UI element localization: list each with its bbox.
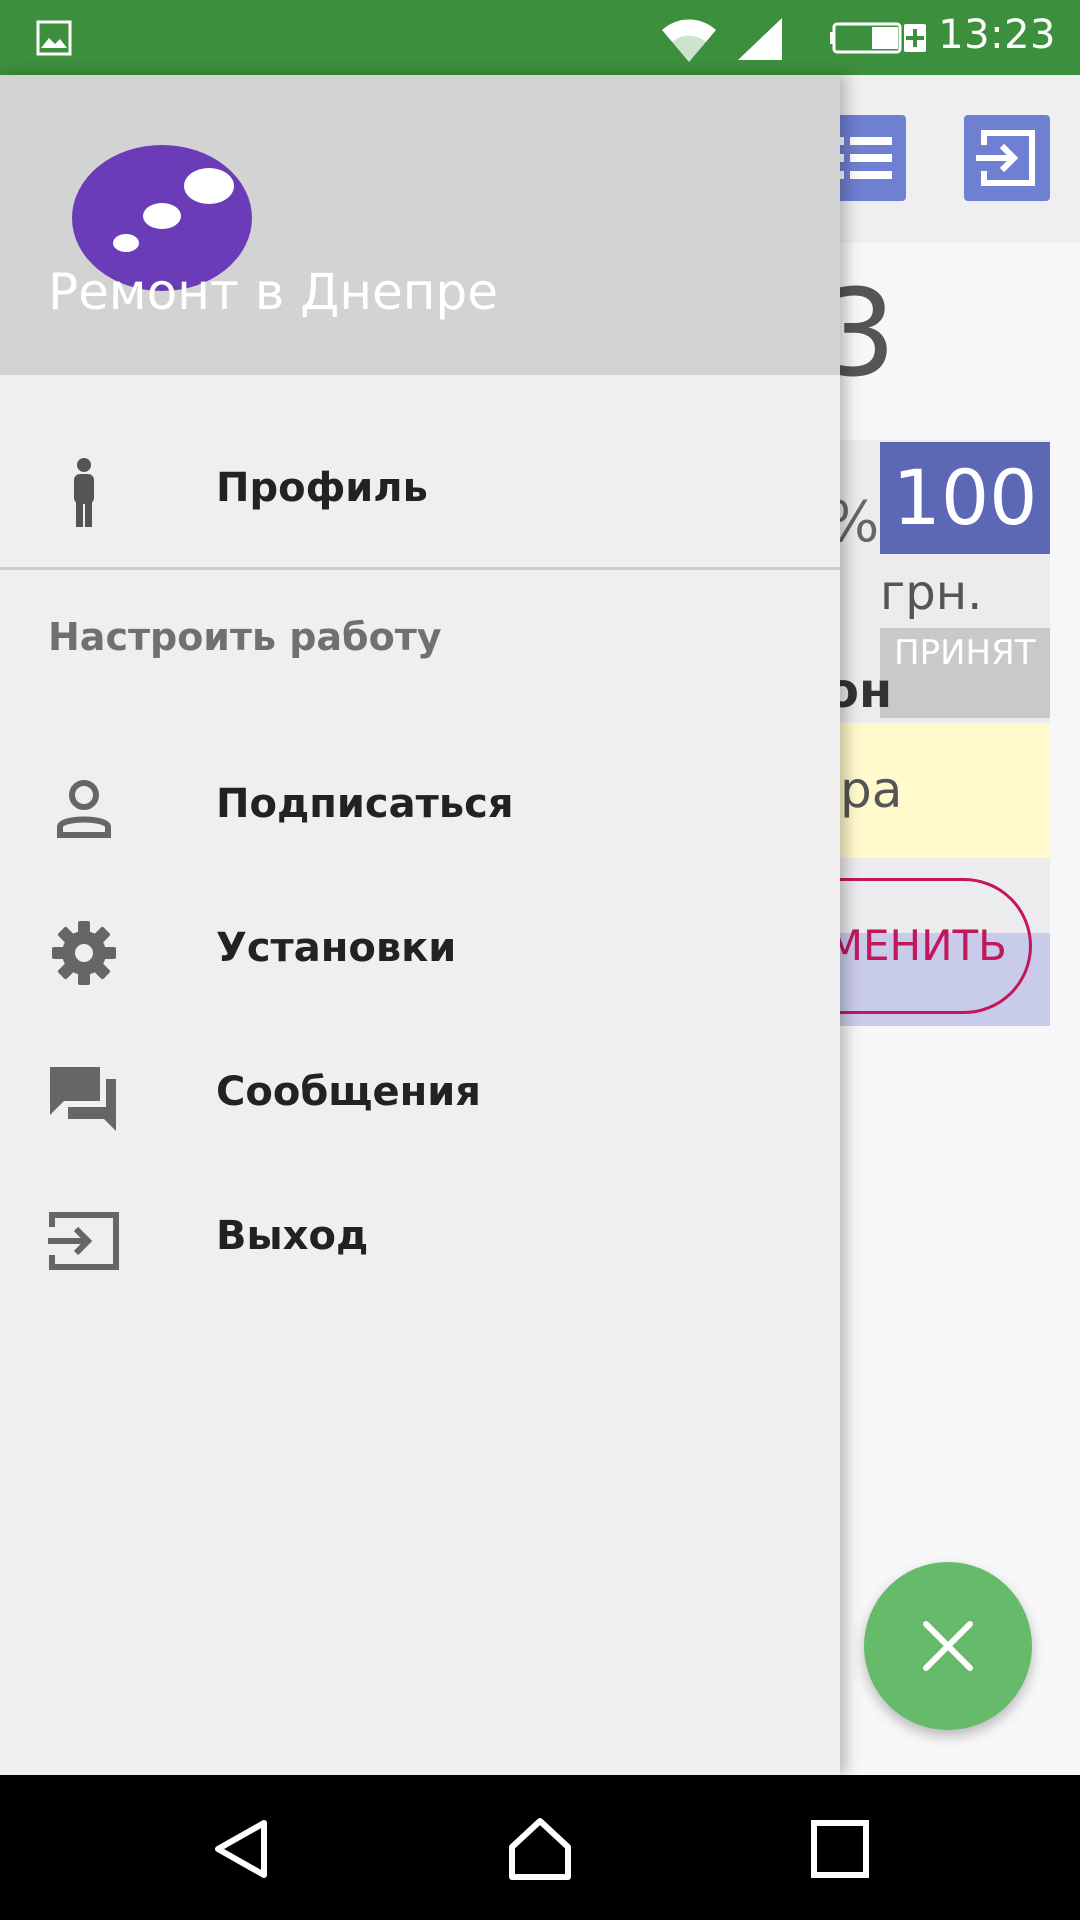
- drawer-item-label: Подписаться: [216, 781, 514, 827]
- status-badge: ПРИНЯТ: [880, 628, 1050, 718]
- gear-icon: [52, 921, 116, 985]
- price-value: 100: [880, 442, 1050, 554]
- drawer-item-profile[interactable]: Профиль: [0, 427, 840, 547]
- drawer-item-label: Установки: [216, 925, 457, 971]
- currency-label: грн.: [880, 565, 983, 621]
- drawer-item-subscribe[interactable]: Подписаться: [0, 743, 840, 863]
- exit-icon: [976, 130, 1035, 186]
- signal-icon: [738, 18, 782, 60]
- screen: 13:23 3 % 100 грн. ПРИНЯТ он ра ЕМЕНИТЬ …: [0, 0, 1080, 1920]
- close-icon: [923, 1621, 973, 1671]
- exit-button[interactable]: [964, 115, 1050, 201]
- drawer-header: Ремонт в Днепре: [0, 75, 840, 375]
- drawer-divider: [0, 567, 840, 570]
- recent-apps-icon[interactable]: [808, 1817, 872, 1881]
- person-icon: [57, 780, 111, 838]
- exit-icon: [48, 1212, 119, 1270]
- navigation-drawer: Ремонт в Днепре Профиль Настроить работу…: [0, 75, 840, 1775]
- back-icon[interactable]: [210, 1817, 274, 1881]
- gallery-icon: [36, 20, 72, 56]
- drawer-title: Ремонт в Днепре: [48, 263, 498, 321]
- chat-icon: [50, 1067, 116, 1131]
- clock: 13:23: [938, 12, 1056, 58]
- system-nav-bar: [0, 1775, 1080, 1920]
- order-note: ра: [820, 723, 1050, 858]
- battery-charging-icon: [830, 22, 926, 54]
- drawer-item-label: Сообщения: [216, 1069, 481, 1115]
- wifi-icon: [662, 19, 716, 62]
- drawer-section-title: Настроить работу: [48, 615, 442, 659]
- drawer-item-logout[interactable]: Выход: [0, 1175, 840, 1295]
- profile-icon: [74, 458, 94, 527]
- home-icon[interactable]: [508, 1817, 572, 1881]
- drawer-item-settings[interactable]: Установки: [0, 887, 840, 1007]
- fab-close-button[interactable]: [864, 1562, 1032, 1730]
- drawer-item-messages[interactable]: Сообщения: [0, 1031, 840, 1151]
- status-bar: 13:23: [0, 0, 1080, 75]
- drawer-item-label: Профиль: [216, 465, 428, 511]
- drawer-item-label: Выход: [216, 1213, 369, 1259]
